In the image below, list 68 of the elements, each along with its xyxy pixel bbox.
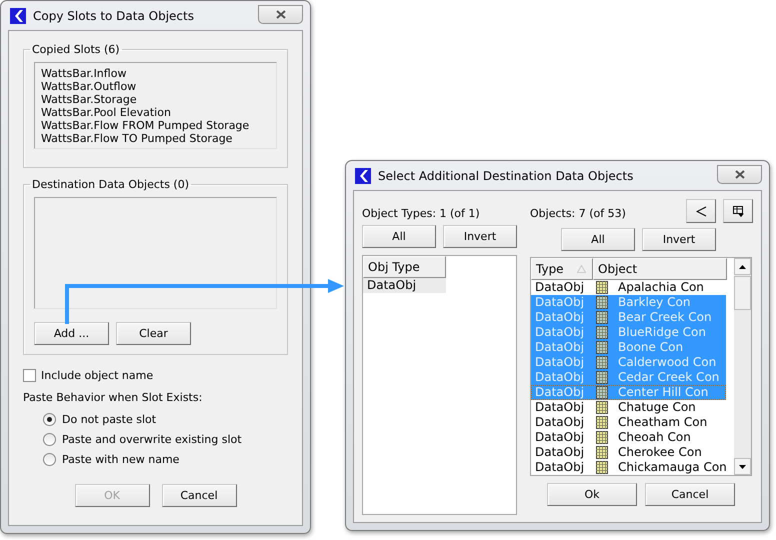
section-label: Objects: 7 (of 53) <box>530 207 626 220</box>
list-item: WattsBar.Flow TO Pumped Storage <box>41 132 234 145</box>
dialog-button[interactable]: Clear <box>116 322 191 345</box>
grid-icon <box>596 416 608 429</box>
grid-icon <box>596 371 608 384</box>
dialog-button[interactable]: All <box>561 228 635 251</box>
close-button[interactable] <box>717 165 762 184</box>
grid-icon <box>596 461 608 474</box>
dialog-button[interactable]: Invert <box>443 225 517 248</box>
dialog-button[interactable]: Cancel <box>162 484 236 507</box>
checkbox[interactable] <box>23 369 36 382</box>
list-item: WattsBar.Storage <box>41 93 138 106</box>
sort-triangle-icon <box>577 265 586 273</box>
group-label: Destination Data Objects (0) <box>31 178 190 191</box>
table-row[interactable]: DataObj Chickamauga Con <box>531 460 726 475</box>
scroll-up-icon <box>739 264 746 268</box>
checkbox-label: Include object name <box>41 369 154 382</box>
grid-icon <box>596 341 608 354</box>
columns-button[interactable] <box>723 199 753 223</box>
grid-icon <box>596 401 608 414</box>
close-icon <box>734 170 744 179</box>
list-item: WattsBar.Inflow <box>41 67 128 80</box>
section-label: Paste Behavior when Slot Exists: <box>23 391 204 404</box>
table-row[interactable]: DataObj Cherokee Con <box>531 445 726 460</box>
scroll-down-icon <box>739 464 746 468</box>
grid-icon <box>596 311 608 324</box>
app-logo-icon <box>355 168 371 184</box>
grid-icon <box>596 431 608 444</box>
scroll-thumb[interactable] <box>734 276 751 310</box>
table-dropdown-icon <box>732 206 744 216</box>
table-cell[interactable]: DataObj <box>363 278 446 293</box>
close-button[interactable] <box>258 5 303 24</box>
radio-button[interactable] <box>43 453 56 466</box>
table-row[interactable]: DataObj Apalachia Con <box>531 280 726 295</box>
app-logo-icon <box>10 8 26 24</box>
grid-icon <box>596 386 608 399</box>
dialog-button[interactable]: Invert <box>642 228 716 251</box>
column-header[interactable]: Obj Type <box>363 256 446 278</box>
table-row[interactable]: DataObj Chatuge Con <box>531 400 726 415</box>
radio-button[interactable] <box>43 433 56 446</box>
scrollbar[interactable] <box>734 258 751 475</box>
collapse-button[interactable] <box>686 199 716 223</box>
grid-icon <box>596 446 608 459</box>
radio-label: Do not paste slot <box>62 413 156 426</box>
dialog-button[interactable]: Ok <box>547 483 637 506</box>
table-row[interactable]: DataObj Cheatham Con <box>531 415 726 430</box>
column-header[interactable]: Object <box>593 258 727 280</box>
group-label: Copied Slots (6) <box>31 43 121 56</box>
dialog-button[interactable]: Add ... <box>34 322 109 345</box>
list-item: WattsBar.Pool Elevation <box>41 106 172 119</box>
grid-icon <box>596 326 608 339</box>
section-label: Object Types: 1 (of 1) <box>362 207 481 220</box>
triangle-left-icon <box>696 206 706 216</box>
table-row[interactable]: DataObj Cheoah Con <box>531 430 726 445</box>
grid-icon <box>596 281 608 294</box>
grid-icon <box>596 296 608 309</box>
list-item: WattsBar.Outflow <box>41 80 138 93</box>
list-item: WattsBar.Flow FROM Pumped Storage <box>41 119 250 132</box>
radio-button[interactable] <box>43 413 56 426</box>
window-title: Select Additional Destination Data Objects <box>378 168 634 182</box>
grid-icon <box>596 356 608 369</box>
radio-label: Paste with new name <box>62 453 180 466</box>
dialog-button[interactable]: Cancel <box>645 483 735 506</box>
window-title: Copy Slots to Data Objects <box>33 8 194 22</box>
dialog-button[interactable]: All <box>362 225 436 248</box>
close-icon <box>276 10 286 19</box>
column-header[interactable]: Type <box>531 258 593 280</box>
radio-label: Paste and overwrite existing slot <box>62 433 242 446</box>
